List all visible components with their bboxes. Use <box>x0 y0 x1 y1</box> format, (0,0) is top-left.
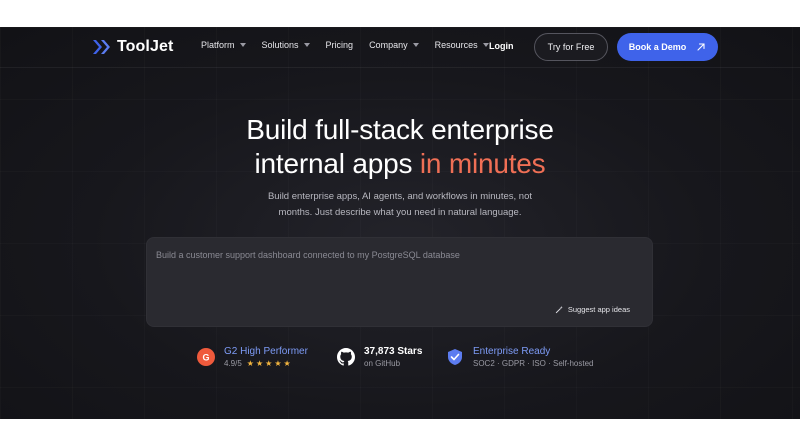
menu-item-solutions[interactable]: Solutions <box>262 40 310 50</box>
book-demo-button[interactable]: Book a Demo <box>617 33 718 61</box>
shield-check-icon <box>448 349 462 365</box>
g2-badge-icon: G <box>197 348 215 366</box>
suggest-app-ideas-button[interactable]: Suggest app ideas <box>555 305 630 314</box>
menu-item-pricing[interactable]: Pricing <box>326 40 354 50</box>
prompt-box[interactable]: Suggest app ideas <box>146 237 653 327</box>
suggest-label: Suggest app ideas <box>567 305 630 314</box>
prompt-input[interactable] <box>156 250 636 260</box>
menu-label: Company <box>369 40 408 50</box>
stat-subtitle: SOC2 · GDPR · ISO · Self-hosted <box>473 359 594 368</box>
hero-subtitle: Build enterprise apps, AI agents, and wo… <box>267 191 533 218</box>
menu-label: Pricing <box>325 40 354 50</box>
magic-wand-icon <box>555 305 563 314</box>
arrow-up-right-icon <box>697 43 705 51</box>
stat-title[interactable]: 37,873 Stars <box>364 346 422 357</box>
menu-item-resources[interactable]: Resources <box>435 40 489 50</box>
page-frame: ToolJet Platform Solutions Pricing Compa… <box>0 27 800 419</box>
stat-subtitle: 4.9/5 ★★★★★ <box>224 359 308 368</box>
button-label: Book a Demo <box>628 42 687 52</box>
stat-subtitle: on GitHub <box>364 359 401 368</box>
brand-logo[interactable]: ToolJet <box>92 38 173 56</box>
hero-title-line2: internal apps <box>254 148 420 179</box>
hero-title-accent: in minutes <box>419 148 546 179</box>
chevron-down-icon <box>239 43 246 47</box>
hero-title: Build full-stack enterprise internal app… <box>0 113 800 181</box>
stat-enterprise: Enterprise Ready SOC2 · GDPR · ISO · Sel… <box>446 346 593 368</box>
menu-label: Platform <box>201 40 235 50</box>
menu-item-platform[interactable]: Platform <box>201 40 246 50</box>
rating-stars-icon: ★★★★★ <box>246 359 293 368</box>
chevron-down-icon <box>482 43 489 47</box>
svg-text:G: G <box>202 353 209 363</box>
chevron-down-icon <box>412 43 419 47</box>
stat-g2: G G2 High Performer 4.9/5 ★★★★★ <box>197 346 308 368</box>
rating-value: 4.9/5 <box>224 359 242 368</box>
menu-item-company[interactable]: Company <box>369 40 419 50</box>
login-link[interactable]: Login <box>489 41 514 51</box>
stat-title[interactable]: G2 High Performer <box>224 346 308 357</box>
try-for-free-button[interactable]: Try for Free <box>534 33 608 61</box>
menu-label: Solutions <box>261 40 299 50</box>
main-menu: Platform Solutions Pricing Company Resou… <box>201 40 505 50</box>
stat-github: 37,873 Stars on GitHub <box>337 346 422 368</box>
chevron-down-icon <box>303 43 310 47</box>
github-icon <box>337 348 355 366</box>
tooljet-logo-icon <box>93 40 110 54</box>
button-label: Try for Free <box>547 42 595 52</box>
top-navbar: ToolJet Platform Solutions Pricing Compa… <box>0 27 800 68</box>
brand-name: ToolJet <box>117 38 174 55</box>
hero-title-line1: Build full-stack enterprise <box>246 114 554 145</box>
stat-title[interactable]: Enterprise Ready <box>473 346 593 357</box>
menu-label: Resources <box>434 40 478 50</box>
